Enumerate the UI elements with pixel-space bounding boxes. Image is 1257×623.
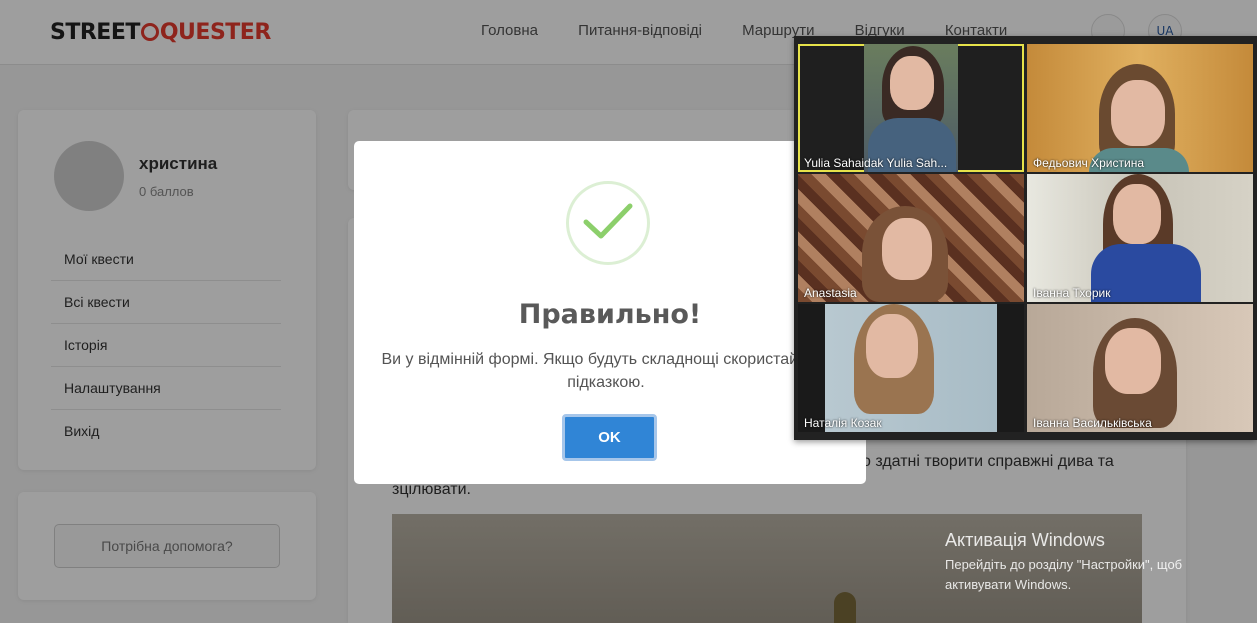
watermark-title: Активація Windows: [945, 530, 1105, 550]
participant-tile[interactable]: Yulia Sahaidak Yulia Sah...: [798, 44, 1024, 172]
participant-tile[interactable]: Іванна Тхорик: [1027, 174, 1253, 302]
dialog-title: Правильно!: [518, 299, 702, 330]
checkmark-icon: [566, 181, 650, 265]
participant-tile[interactable]: Федьович Христина: [1027, 44, 1253, 172]
ok-button[interactable]: OK: [562, 414, 657, 461]
participant-tile[interactable]: Наталія Козак: [798, 304, 1024, 432]
dialog-message: Ви у відмінній формі. Якщо будуть складн…: [381, 351, 831, 391]
watermark-text: Перейдіть до розділу "Настройки", щоб ак…: [945, 557, 1183, 592]
participant-tile[interactable]: Anastasia: [798, 174, 1024, 302]
participant-name: Іванна Васильківська: [1033, 416, 1152, 430]
participant-name: Yulia Sahaidak Yulia Sah...: [804, 156, 948, 170]
participant-name: Anastasia: [804, 286, 857, 300]
participant-tile[interactable]: Іванна Васильківська: [1027, 304, 1253, 432]
participant-name: Іванна Тхорик: [1033, 286, 1111, 300]
participant-name: Федьович Христина: [1033, 156, 1145, 170]
success-dialog: Правильно! Ви у відмінній формі. Якщо бу…: [354, 141, 866, 484]
page-root: STREET QUESTER Головна Питання-відповіді …: [0, 0, 1257, 623]
video-call-gallery: Yulia Sahaidak Yulia Sah... Федьович Хри…: [794, 36, 1257, 440]
windows-activation-watermark: Активація Windows Перейдіть до розділу "…: [945, 530, 1235, 595]
participant-name: Наталія Козак: [804, 416, 882, 430]
